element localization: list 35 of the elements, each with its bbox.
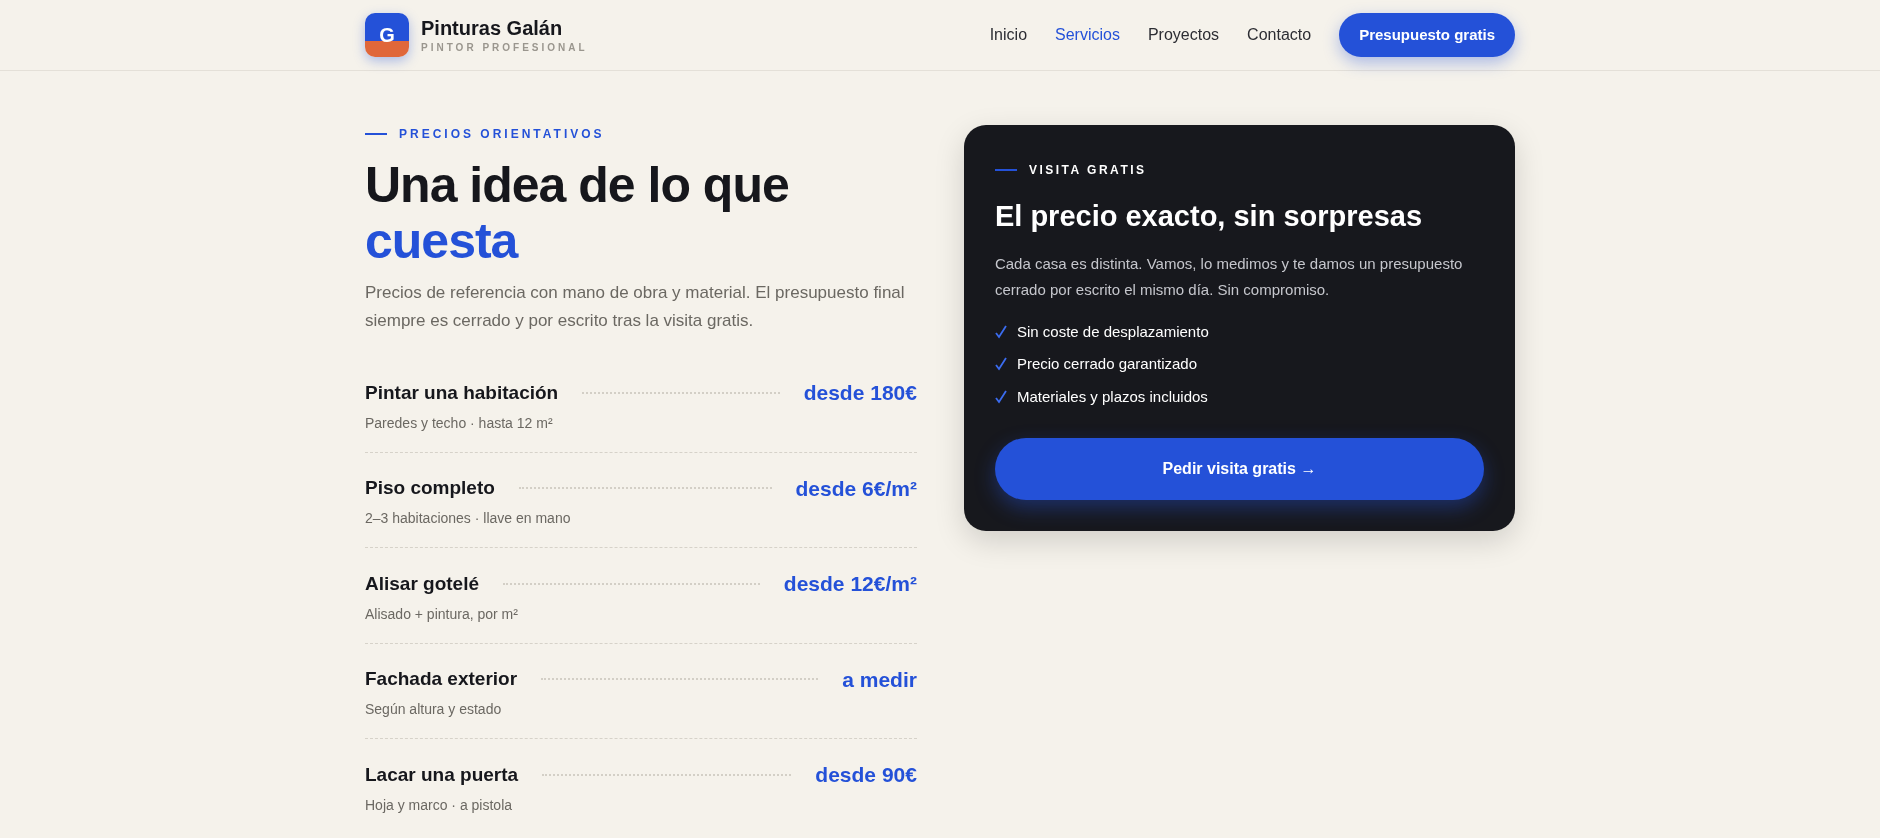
nav-link[interactable]: Proyectos [1147,23,1220,47]
benefit-text: Sin coste de desplazamiento [1016,321,1209,342]
quote-button[interactable]: Presupuesto gratis [1339,13,1515,57]
service-detail: Alisado + pintura, por m² [365,604,519,624]
nav-link[interactable]: Inicio [989,23,1028,47]
check-icon [994,357,1007,372]
section-title: Una idea de lo que cuesta [365,157,790,269]
card-title: El precio exacto, sin sorpresas [994,199,1424,234]
service-name: Pintar una habitación [365,380,559,405]
intro-text: Precios de referencia con mano de obra y material. El presupuesto final siempre es cerrado y por escrito tras la visita gratis. [365,282,906,332]
service-name: Fachada exterior [365,667,518,691]
brand-name: Pinturas Galán [421,15,564,40]
service-detail: Hoja y marco · a pistola [365,795,514,815]
service-price: desde 12€/m² [783,571,917,597]
check-icon [994,389,1007,404]
service-detail: Según altura y estado [365,700,503,719]
card-text: Cada casa es distinta. Vamos, lo medimos y te damos un presupuesto cerrado por escrito el mismo día. Sin compromiso. [994,253,1464,300]
service-name: Lacar una puerta [365,762,519,787]
section-eyebrow: PRECIOS ORIENTATIVOS [399,126,605,143]
service-price: desde 6€/m² [795,475,917,502]
visit-button[interactable]: Pedir visita gratis → [994,438,1484,500]
nav-link[interactable]: Servicios [1055,23,1120,47]
nav-link[interactable]: Contacto [1247,23,1312,47]
service-name: Alisar gotelé [365,571,480,596]
card-eyebrow: VISITA GRATIS [1028,162,1147,179]
benefit-text: Materiales y plazos incluidos [1016,386,1208,407]
service-detail: Paredes y techo · hasta 12 m² [365,413,554,433]
service-price: desde 90€ [815,762,917,788]
service-name: Piso completo [365,476,495,500]
service-price: desde 180€ [803,380,917,406]
brand-tagline: PINTOR PROFESIONAL [421,40,588,55]
benefit-text: Precio cerrado garantizado [1016,354,1198,374]
service-price: a medir [842,666,917,693]
check-icon [994,324,1007,339]
service-detail: 2–3 habitaciones · llave en mano [365,509,572,528]
